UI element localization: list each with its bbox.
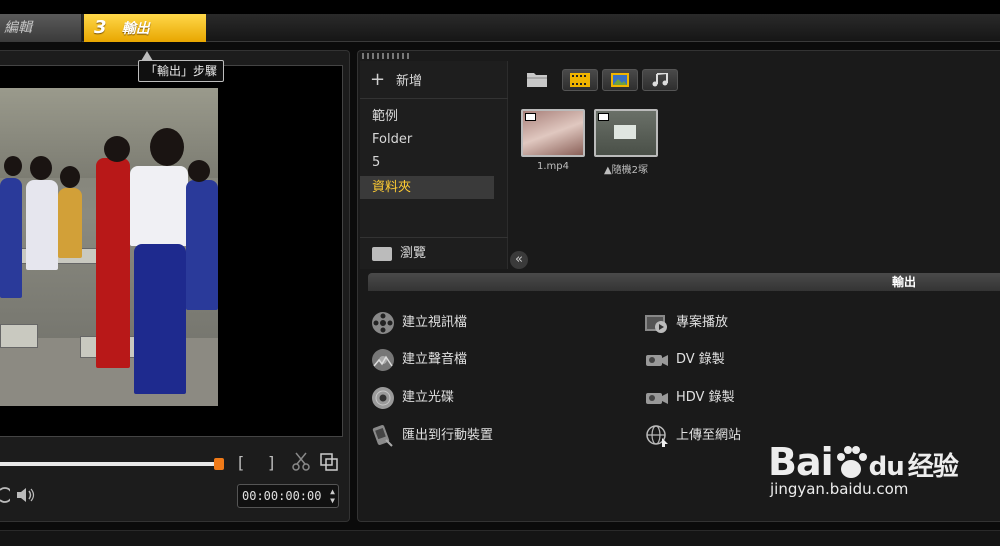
video-badge-icon [598, 113, 609, 121]
create-audio-file-label: 建立聲音檔 [402, 352, 468, 367]
globe-icon [646, 424, 668, 447]
photo-icon [611, 73, 629, 87]
repeat-icon[interactable] [0, 487, 13, 507]
upload-web-button[interactable]: 上傳至網站 [644, 423, 741, 449]
panel-grip-handle[interactable] [362, 53, 412, 59]
folder-item-samples[interactable]: 範例 [360, 105, 494, 128]
project-playback-button[interactable]: 專案播放 [644, 310, 728, 336]
timecode-up[interactable]: ▲ [330, 487, 335, 496]
show-video-button[interactable] [562, 69, 598, 91]
output-header: 輸出 [368, 273, 1000, 291]
add-folder-button[interactable]: + 新增 [370, 67, 500, 93]
collapse-library-button[interactable]: « [510, 251, 528, 269]
add-folder-label: 新增 [396, 74, 423, 89]
screen-shape [614, 125, 636, 139]
enlarge-icon[interactable] [320, 453, 338, 475]
student [0, 178, 22, 298]
logo-part-c: 经验 [907, 452, 959, 482]
student [134, 244, 186, 394]
student-head [188, 160, 210, 182]
export-mobile-label: 匯出到行動裝置 [402, 428, 494, 443]
student [186, 180, 218, 310]
hdv-record-label: HDV 錄製 [676, 390, 735, 405]
film-strip-icon [570, 73, 590, 87]
media-area: 1.mp4 ▲隨機2塚 [510, 61, 1000, 251]
media-thumbnail[interactable] [521, 109, 585, 157]
logo-part-b: du [868, 452, 905, 482]
scrub-handle[interactable] [214, 458, 224, 470]
create-audio-file-button[interactable]: 建立聲音檔 [370, 347, 467, 373]
step-output-label: 輸出 [121, 21, 150, 37]
bottom-bar [0, 530, 1000, 546]
student-head [104, 136, 130, 162]
film-reel-icon [372, 311, 394, 334]
create-disc-button[interactable]: 建立光碟 [370, 385, 454, 411]
student [96, 158, 130, 368]
audio-disc-icon [372, 348, 394, 371]
create-video-file-label: 建立視訊檔 [402, 315, 468, 330]
student [58, 188, 82, 258]
divider [360, 98, 508, 99]
student [130, 166, 188, 246]
browse-label: 瀏覽 [400, 246, 427, 261]
video-preview[interactable] [0, 65, 343, 437]
upload-web-label: 上傳至網站 [676, 428, 742, 443]
mobile-device-icon [372, 424, 393, 447]
media-thumbnail[interactable] [594, 109, 658, 157]
music-note-icon [652, 71, 668, 87]
paw-icon [833, 444, 869, 478]
folder-item-active[interactable]: 資料夾 [360, 176, 494, 199]
step-edit-tab[interactable]: 編輯 [0, 14, 82, 42]
student-head [60, 166, 80, 188]
mark-out-button[interactable]: ] [268, 453, 274, 472]
scrub-bar[interactable] [0, 462, 220, 466]
top-bar [0, 0, 1000, 14]
camcorder-icon [646, 354, 668, 366]
video-badge-icon [525, 113, 536, 121]
create-disc-label: 建立光碟 [402, 390, 455, 405]
baidu-logo: Bai du 经验 [768, 440, 959, 484]
hdv-camcorder-icon [646, 392, 668, 404]
browse-icon [372, 246, 392, 261]
folder-icon[interactable] [526, 70, 548, 88]
dv-record-button[interactable]: DV 錄製 [644, 347, 725, 373]
student-head [4, 156, 22, 176]
export-mobile-button[interactable]: 匯出到行動裝置 [370, 423, 493, 449]
desk [0, 324, 38, 348]
playback-icon [645, 314, 667, 333]
timecode-value: 00:00:00:00 [242, 489, 322, 503]
step-output-number: 3 [94, 17, 107, 38]
scissors-icon[interactable] [292, 451, 310, 475]
create-video-file-button[interactable]: 建立視訊檔 [370, 310, 467, 336]
step-tooltip: 「輸出」步驟 [138, 51, 225, 82]
plus-icon: + [370, 69, 386, 90]
student-head [150, 128, 184, 166]
logo-part-a: Bai [768, 440, 834, 484]
baidu-watermark: Bai du 经验 jingyan.baidu.com [768, 440, 959, 498]
project-playback-label: 專案播放 [676, 315, 729, 330]
timecode-field[interactable]: 00:00:00:00 ▲ ▼ [237, 484, 339, 508]
show-photo-button[interactable] [602, 69, 638, 91]
folder-item-folder[interactable]: Folder [360, 128, 494, 151]
step-output-tab[interactable]: 3 輸出 [84, 14, 206, 42]
volume-icon[interactable] [16, 487, 36, 507]
timecode-down[interactable]: ▼ [330, 496, 335, 505]
media-name: ▲隨機2塚 [603, 165, 649, 176]
step-edit-label: 編輯 [4, 20, 32, 36]
student-head [30, 156, 52, 180]
video-frame [0, 88, 218, 406]
preview-panel: [ ] 00:00:00:00 ▲ ▼ [0, 50, 350, 522]
hdv-record-button[interactable]: HDV 錄製 [644, 385, 735, 411]
disc-icon [372, 386, 394, 409]
folder-item-5[interactable]: 5 [360, 151, 494, 174]
student [26, 180, 58, 270]
show-audio-button[interactable] [642, 69, 678, 91]
dv-record-label: DV 錄製 [676, 352, 725, 367]
browse-button[interactable]: 瀏覽 [360, 237, 508, 269]
step-bar: 編輯 3 輸出 [0, 14, 1000, 42]
timecode-spinner[interactable]: ▲ ▼ [330, 487, 335, 505]
media-name: 1.mp4 [537, 161, 569, 172]
mark-in-button[interactable]: [ [238, 453, 244, 472]
